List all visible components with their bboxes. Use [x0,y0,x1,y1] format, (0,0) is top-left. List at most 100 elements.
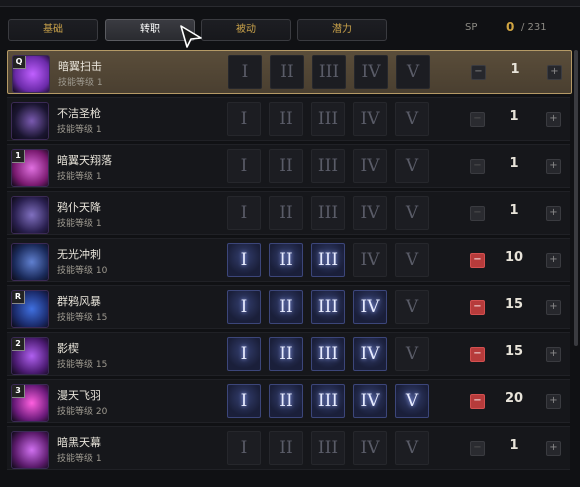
rank-2-slot[interactable]: II [269,196,303,230]
increase-level-button[interactable]: + [546,206,561,221]
increase-level-button[interactable]: + [546,441,561,456]
decrease-level-button[interactable]: − [470,112,485,127]
hotkey-badge: 2 [12,338,25,351]
skill-row[interactable]: 2 影楔 技能等级 15 I II III IV V −15 + [7,332,570,376]
skill-row[interactable]: 不洁圣枪 技能等级 1 I II III IV V −1 + [7,97,570,141]
rank-3-slot[interactable]: III [311,290,345,324]
rank-2-slot[interactable]: II [270,55,304,89]
rank-4-slot[interactable]: IV [353,243,387,277]
rank-2-slot[interactable]: II [269,243,303,277]
skill-icon[interactable]: 1 [11,149,49,187]
skill-level-prefix: 技能等级 [58,78,95,88]
skill-icon[interactable] [11,431,49,469]
rank-2-slot[interactable]: II [269,337,303,371]
skill-icon[interactable]: R [11,290,49,328]
rank-3-slot[interactable]: III [311,149,345,183]
skill-level-caption: 技能等级 1 [57,122,102,135]
decrease-level-button[interactable]: − [470,347,485,362]
rank-1-slot[interactable]: I [227,243,261,277]
skill-level-caption: 技能等级 20 [57,404,107,417]
rank-4-slot[interactable]: IV [353,149,387,183]
skill-level-caption: 技能等级 15 [57,310,107,323]
skill-icon[interactable]: 2 [11,337,49,375]
skill-row[interactable]: 3 漫天飞羽 技能等级 20 I II III IV V −20 + [7,379,570,423]
increase-level-button[interactable]: + [547,65,562,80]
rank-1-slot[interactable]: I [227,149,261,183]
rank-5-slot[interactable]: V [395,290,429,324]
skill-icon[interactable] [11,102,49,140]
skill-icon[interactable] [11,243,49,281]
rank-4-slot[interactable]: IV [353,431,387,465]
skill-row[interactable]: 鸦仆天降 技能等级 1 I II III IV V −1 + [7,191,570,235]
hotkey-badge: 1 [12,150,25,163]
rank-5-slot[interactable]: V [395,149,429,183]
skill-level-value: 1 [509,203,519,218]
skill-icon[interactable]: 3 [11,384,49,422]
rank-4-slot[interactable]: IV [353,290,387,324]
skill-level-number: 10 [95,266,108,276]
rank-3-slot[interactable]: III [311,102,345,136]
skill-row[interactable]: R 群鸦风暴 技能等级 15 I II III IV V −15 + [7,285,570,329]
skill-level-value: 1 [509,156,519,171]
decrease-level-button[interactable]: − [470,206,485,221]
rank-3-slot[interactable]: III [311,196,345,230]
skill-level-number: 1 [96,78,103,88]
rank-4-slot[interactable]: IV [353,196,387,230]
increase-level-button[interactable]: + [546,253,561,268]
skill-name: 暗翼天翔落 [57,154,112,167]
rank-3-slot[interactable]: III [312,55,346,89]
increase-level-button[interactable]: + [546,347,561,362]
rank-4-slot[interactable]: IV [353,102,387,136]
rank-4-slot[interactable]: IV [353,337,387,371]
rank-5-slot[interactable]: V [395,243,429,277]
rank-4-slot[interactable]: IV [353,384,387,418]
rank-4-slot[interactable]: IV [354,55,388,89]
tab-potential[interactable]: 潜力 [297,19,387,41]
rank-1-slot[interactable]: I [227,337,261,371]
rank-5-slot[interactable]: V [395,102,429,136]
tab-basic[interactable]: 基础 [8,19,98,41]
rank-5-slot[interactable]: V [396,55,430,89]
skill-row[interactable]: 1 暗翼天翔落 技能等级 1 I II III IV V −1 + [7,144,570,188]
skill-level-prefix: 技能等级 [57,407,94,417]
rank-2-slot[interactable]: II [269,102,303,136]
skill-row[interactable]: 暗黑天幕 技能等级 1 I II III IV V −1 + [7,426,570,470]
decrease-level-button[interactable]: − [470,441,485,456]
rank-3-slot[interactable]: III [311,337,345,371]
decrease-level-button[interactable]: − [470,300,485,315]
skill-icon[interactable]: Q [12,55,50,93]
skill-row[interactable]: 无光冲刺 技能等级 10 I II III IV V −10 + [7,238,570,282]
skill-level-caption: 技能等级 1 [57,169,102,182]
rank-5-slot[interactable]: V [395,196,429,230]
rank-2-slot[interactable]: II [269,384,303,418]
rank-1-slot[interactable]: I [228,55,262,89]
rank-5-slot[interactable]: V [395,384,429,418]
decrease-level-button[interactable]: − [470,159,485,174]
rank-3-slot[interactable]: III [311,384,345,418]
skill-level-value: 10 [504,250,524,265]
increase-level-button[interactable]: + [546,300,561,315]
scrollbar[interactable] [574,50,578,346]
decrease-level-button[interactable]: − [470,394,485,409]
rank-1-slot[interactable]: I [227,102,261,136]
rank-5-slot[interactable]: V [395,337,429,371]
hotkey-badge: Q [13,56,26,69]
rank-3-slot[interactable]: III [311,243,345,277]
increase-level-button[interactable]: + [546,159,561,174]
skill-icon[interactable] [11,196,49,234]
rank-2-slot[interactable]: II [269,149,303,183]
decrease-level-button[interactable]: − [470,253,485,268]
rank-5-slot[interactable]: V [395,431,429,465]
decrease-level-button[interactable]: − [471,65,486,80]
rank-2-slot[interactable]: II [269,431,303,465]
increase-level-button[interactable]: + [546,112,561,127]
rank-1-slot[interactable]: I [227,384,261,418]
tab-passive[interactable]: 被动 [201,19,291,41]
rank-2-slot[interactable]: II [269,290,303,324]
skill-row[interactable]: Q 暗翼扫击 技能等级 1 I II III IV V −1 + [7,50,572,94]
rank-1-slot[interactable]: I [227,196,261,230]
increase-level-button[interactable]: + [546,394,561,409]
rank-1-slot[interactable]: I [227,431,261,465]
rank-3-slot[interactable]: III [311,431,345,465]
rank-1-slot[interactable]: I [227,290,261,324]
